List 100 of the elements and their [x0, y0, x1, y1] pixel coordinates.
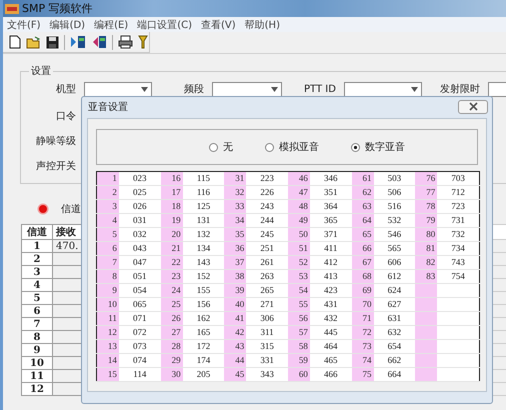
printer-icon[interactable]	[118, 35, 133, 49]
row-header: 8	[22, 330, 52, 344]
number-cell: 34	[224, 214, 246, 228]
number-cell: 15	[96, 368, 119, 382]
number-cell: 8	[96, 270, 119, 284]
row-header: 5	[22, 292, 52, 304]
row-header: 2	[22, 252, 52, 266]
number-cell: 30	[160, 368, 183, 382]
number-cell: 40	[224, 298, 246, 312]
number-cell: 32	[224, 186, 246, 200]
number-cell: 44	[224, 354, 246, 368]
number-cell: 25	[160, 298, 183, 312]
number-cell: 36	[224, 242, 246, 256]
read-radio-icon[interactable]	[70, 35, 86, 49]
number-cell: 74	[352, 354, 374, 368]
menu-item[interactable]: 查看(V)	[201, 18, 236, 32]
row-header: 3	[22, 266, 52, 278]
funnel-icon[interactable]	[138, 35, 148, 49]
dropdown-arrow-icon[interactable]	[271, 86, 278, 92]
number-cell: 17	[160, 186, 183, 200]
number-cell: 65	[352, 228, 374, 242]
status-label: 信道	[61, 203, 81, 216]
number-cell: 18	[160, 200, 183, 214]
number-cell: 75	[352, 368, 374, 382]
number-cell: 28	[160, 340, 183, 354]
number-cell: 60	[288, 368, 310, 382]
radio-option[interactable]: 无	[209, 140, 233, 154]
number-cell: 71	[352, 312, 374, 326]
number-cell: 4	[96, 214, 119, 228]
number-cell: 35	[224, 228, 246, 242]
number-cell: 14	[96, 354, 119, 368]
number-cell: 69	[352, 284, 374, 298]
number-cell: 72	[352, 326, 374, 340]
close-button[interactable]	[458, 100, 488, 114]
number-cell: 49	[288, 214, 310, 228]
number-cell: 63	[352, 200, 374, 214]
number-cell: 77	[415, 186, 438, 200]
radio-option[interactable]: 模拟亚音	[265, 140, 319, 154]
number-cell: 47	[288, 186, 310, 200]
number-cell: 48	[288, 200, 310, 214]
number-cell: 37	[224, 256, 246, 270]
number-cell: 3	[96, 200, 119, 214]
code-cell: 734	[437, 242, 480, 256]
dropdown-field[interactable]	[212, 82, 282, 96]
save-icon[interactable]	[46, 36, 59, 48]
number-cell: 21	[160, 242, 183, 256]
number-cell: 79	[415, 214, 438, 228]
radio-option[interactable]: 数字亚音	[351, 140, 405, 154]
number-cell: 29	[160, 354, 183, 368]
number-cell: 56	[288, 312, 310, 326]
menu-item[interactable]: 文件(F)	[7, 18, 41, 32]
code-cell: 743	[437, 256, 480, 270]
row-header: 9	[22, 344, 52, 356]
row-header: 11	[22, 370, 52, 382]
number-cell: 54	[288, 284, 310, 298]
radio-icon[interactable]	[209, 142, 218, 152]
field-label: 机型	[55, 82, 76, 96]
field-label: 发射限时	[440, 82, 480, 96]
row-header: 4	[22, 278, 52, 292]
row-header: 7	[22, 318, 52, 330]
number-cell: 7	[96, 256, 119, 270]
dropdown-arrow-icon[interactable]	[141, 86, 148, 92]
number-cell: 53	[288, 270, 310, 284]
field-label: 声控开关	[35, 160, 76, 173]
code-cell: 732	[437, 228, 480, 242]
menu-item[interactable]: 帮助(H)	[244, 18, 280, 32]
number-cell: 43	[224, 340, 246, 354]
number-cell: 10	[96, 298, 119, 312]
row-header: 1	[22, 240, 52, 252]
number-cell: 33	[224, 200, 246, 214]
number-cell: 57	[288, 326, 310, 340]
number-cell: 83	[415, 270, 438, 284]
menu-item[interactable]: 编程(E)	[94, 18, 128, 32]
dropdown-field[interactable]	[84, 82, 152, 96]
radio-icon[interactable]	[351, 142, 360, 152]
menu-item[interactable]: 端口设置(C)	[137, 18, 192, 32]
menu-item[interactable]: 编辑(D)	[50, 18, 86, 32]
number-cell: 41	[224, 312, 246, 326]
dropdown-arrow-icon[interactable]	[410, 86, 418, 92]
number-cell: 62	[352, 186, 374, 200]
number-cell: 76	[415, 172, 438, 186]
number-cell: 2	[96, 186, 119, 200]
number-cell: 12	[96, 326, 119, 340]
status-indicator-icon	[37, 203, 49, 215]
new-file-icon[interactable]	[9, 35, 21, 49]
radio-icon[interactable]	[265, 142, 274, 152]
code-cell: 731	[437, 214, 480, 228]
field-label: 频段	[184, 82, 204, 96]
number-cell: 82	[415, 256, 438, 270]
row-header: 10	[22, 356, 52, 370]
number-cell: 78	[415, 200, 438, 214]
number-cell: 19	[160, 214, 183, 228]
open-folder-icon[interactable]	[26, 36, 41, 48]
number-cell: 55	[288, 298, 310, 312]
number-cell: 81	[415, 242, 438, 256]
dropdown-field[interactable]	[344, 82, 422, 96]
number-cell: 26	[160, 312, 183, 326]
code-cell: 703	[437, 172, 480, 186]
write-radio-icon[interactable]	[91, 35, 107, 49]
number-cell: 66	[352, 242, 374, 256]
